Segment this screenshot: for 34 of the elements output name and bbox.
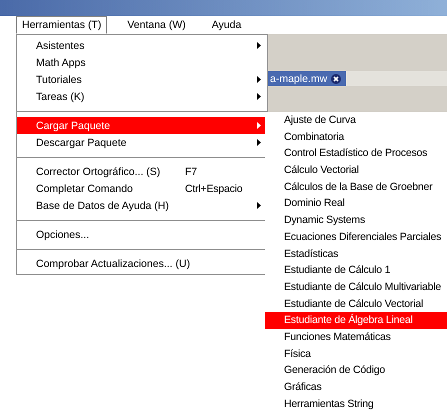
submenu-item[interactable]: Gráficas [265,379,447,396]
submenu-item[interactable]: Herramientas String [265,396,447,411]
submenu-item[interactable]: Ajuste de Curva [265,112,447,129]
submenu-item[interactable]: Generación de Código [265,362,447,379]
menu-item[interactable]: Asistentes [17,37,267,54]
menu-item[interactable]: Opciones... [17,226,267,243]
menu-item[interactable]: Tareas (K) [17,88,267,105]
submenu-item[interactable]: Estadísticas [265,246,447,262]
submenu-item[interactable]: Estudiante de Cálculo Vectorial [265,296,447,312]
menu-item[interactable]: Base de Datos de Ayuda (H) [17,197,267,214]
menu-item[interactable]: Completar Comando Ctrl+Espacio [17,180,267,197]
submenu-item[interactable]: Control Estadístico de Procesos [265,145,447,162]
submenu-item[interactable]: Ecuaciones Diferenciales Parciales [265,228,447,246]
menu-bar-item[interactable]: Ventana (W) [121,16,192,34]
document-tab[interactable]: a-maple.mw [268,71,346,86]
menu-item[interactable]: Math Apps [17,54,267,71]
menu-item[interactable]: Cargar Paquete [17,117,267,134]
menu-item[interactable]: Descargar Paquete [17,134,267,151]
submenu-item[interactable]: Estudiante de Cálculo 1 [265,262,447,279]
menu-item[interactable]: Corrector Ortográfico... (S) F7 [17,163,267,180]
submenu-item[interactable]: Dynamic Systems [265,212,447,229]
submenu-item[interactable]: Funciones Matemáticas [265,328,447,346]
submenu-item[interactable]: Cálculo Vectorial [265,162,447,179]
close-icon[interactable] [331,74,342,84]
menu-item[interactable]: Comprobar Actualizaciones... (U) [17,255,267,272]
submenu-item[interactable]: Dominio Real [265,195,447,212]
menu-bar-item[interactable]: Herramientas (T) [16,16,108,34]
submenu-item[interactable]: Física [265,346,447,362]
submenu-item[interactable]: Estudiante de Cálculo Multivariable [265,278,447,296]
menu-bar-item[interactable]: Ayuda [206,16,248,34]
submenu-item[interactable]: Cálculos de la Base de Groebner [265,178,447,196]
menu-item[interactable]: Tutoriales [17,71,267,88]
submenu-item[interactable]: Estudiante de Álgebra Lineal [265,312,447,329]
submenu-item[interactable]: Combinatoria [265,128,447,146]
